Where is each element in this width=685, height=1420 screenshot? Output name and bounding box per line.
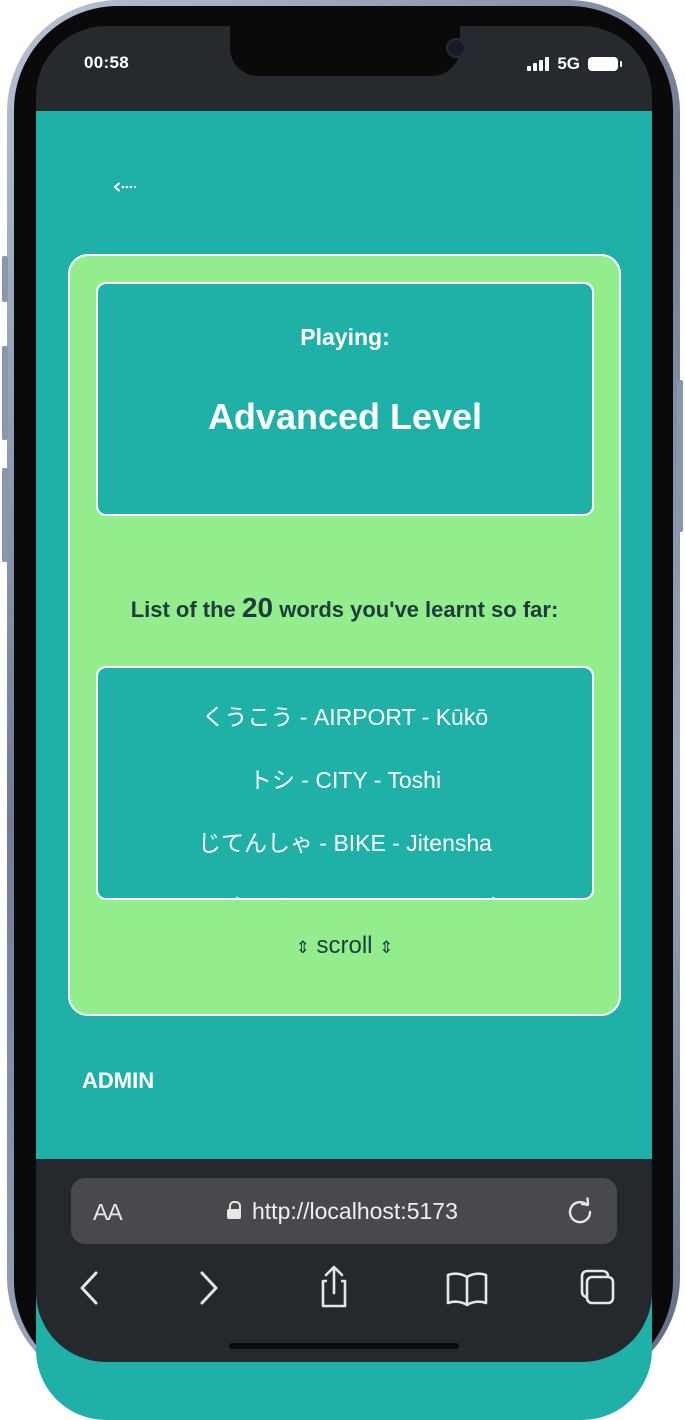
bookmarks-icon[interactable] — [442, 1263, 492, 1313]
reload-icon[interactable] — [565, 1196, 595, 1226]
learnt-heading: List of the 20 words you've learnt so fa… — [70, 592, 619, 624]
text-size-button[interactable]: AA — [93, 1198, 123, 1227]
list-item: くうこう - AIRPORT - Kūkō — [201, 704, 489, 730]
browser-toolbar: AA http://localhost:5173 — [36, 1159, 652, 1362]
words-list[interactable]: くうこう - AIRPORT - Kūkō トシ - CITY - Toshi … — [96, 666, 594, 900]
scroll-hint: ⇕ scroll ⇕ — [70, 932, 619, 960]
list-item: トシ - CITY - Toshi — [248, 767, 442, 793]
lock-icon — [227, 1201, 241, 1219]
volume-down-button — [2, 468, 8, 562]
playing-box: Playing: Advanced Level — [96, 282, 594, 516]
playing-label: Playing: — [300, 324, 390, 350]
status-indicators: 5G — [527, 54, 622, 74]
share-icon[interactable] — [309, 1263, 359, 1313]
address-bar[interactable]: AA http://localhost:5173 — [71, 1178, 617, 1244]
learnt-count: 20 — [241, 592, 274, 623]
notch — [230, 26, 466, 76]
scroll-arrow-left: ⇕ — [295, 938, 310, 957]
status-bar-container: 00:58 5G — [36, 26, 652, 111]
learnt-suffix: words you've learnt so far: — [279, 597, 559, 622]
back-arrow-link-icon — [114, 182, 136, 192]
status-time: 00:58 — [84, 53, 129, 72]
volume-up-button — [2, 346, 8, 440]
scroll-label: scroll — [316, 932, 373, 959]
browser-nav-row — [36, 1263, 652, 1323]
network-label: 5G — [557, 54, 580, 73]
web-content: Playing: Advanced Level List of the 20 w… — [36, 111, 652, 1159]
list-item: ファッション - FASHION - Fasshon — [98, 887, 592, 898]
home-indicator — [229, 1343, 459, 1349]
back-arrow-icon[interactable] — [66, 1263, 116, 1313]
battery-icon — [588, 57, 622, 71]
learnt-prefix: List of the — [130, 597, 236, 622]
text-size-label: AA — [93, 1199, 123, 1225]
url-text: http://localhost:5173 — [252, 1198, 458, 1224]
list-item: じてんしゃ - BIKE - Jitensha — [198, 830, 492, 856]
admin-link[interactable]: ADMIN — [82, 1068, 154, 1094]
power-button — [677, 380, 683, 532]
signal-icon — [527, 57, 550, 71]
level-name: Advanced Level — [207, 396, 483, 437]
game-card: Playing: Advanced Level List of the 20 w… — [68, 254, 621, 1016]
tabs-icon[interactable] — [572, 1263, 622, 1313]
back-link[interactable] — [114, 179, 136, 195]
forward-arrow-icon[interactable] — [184, 1263, 234, 1313]
scroll-arrow-right: ⇕ — [379, 938, 394, 957]
camera-icon — [446, 38, 466, 58]
silent-switch — [2, 256, 8, 302]
